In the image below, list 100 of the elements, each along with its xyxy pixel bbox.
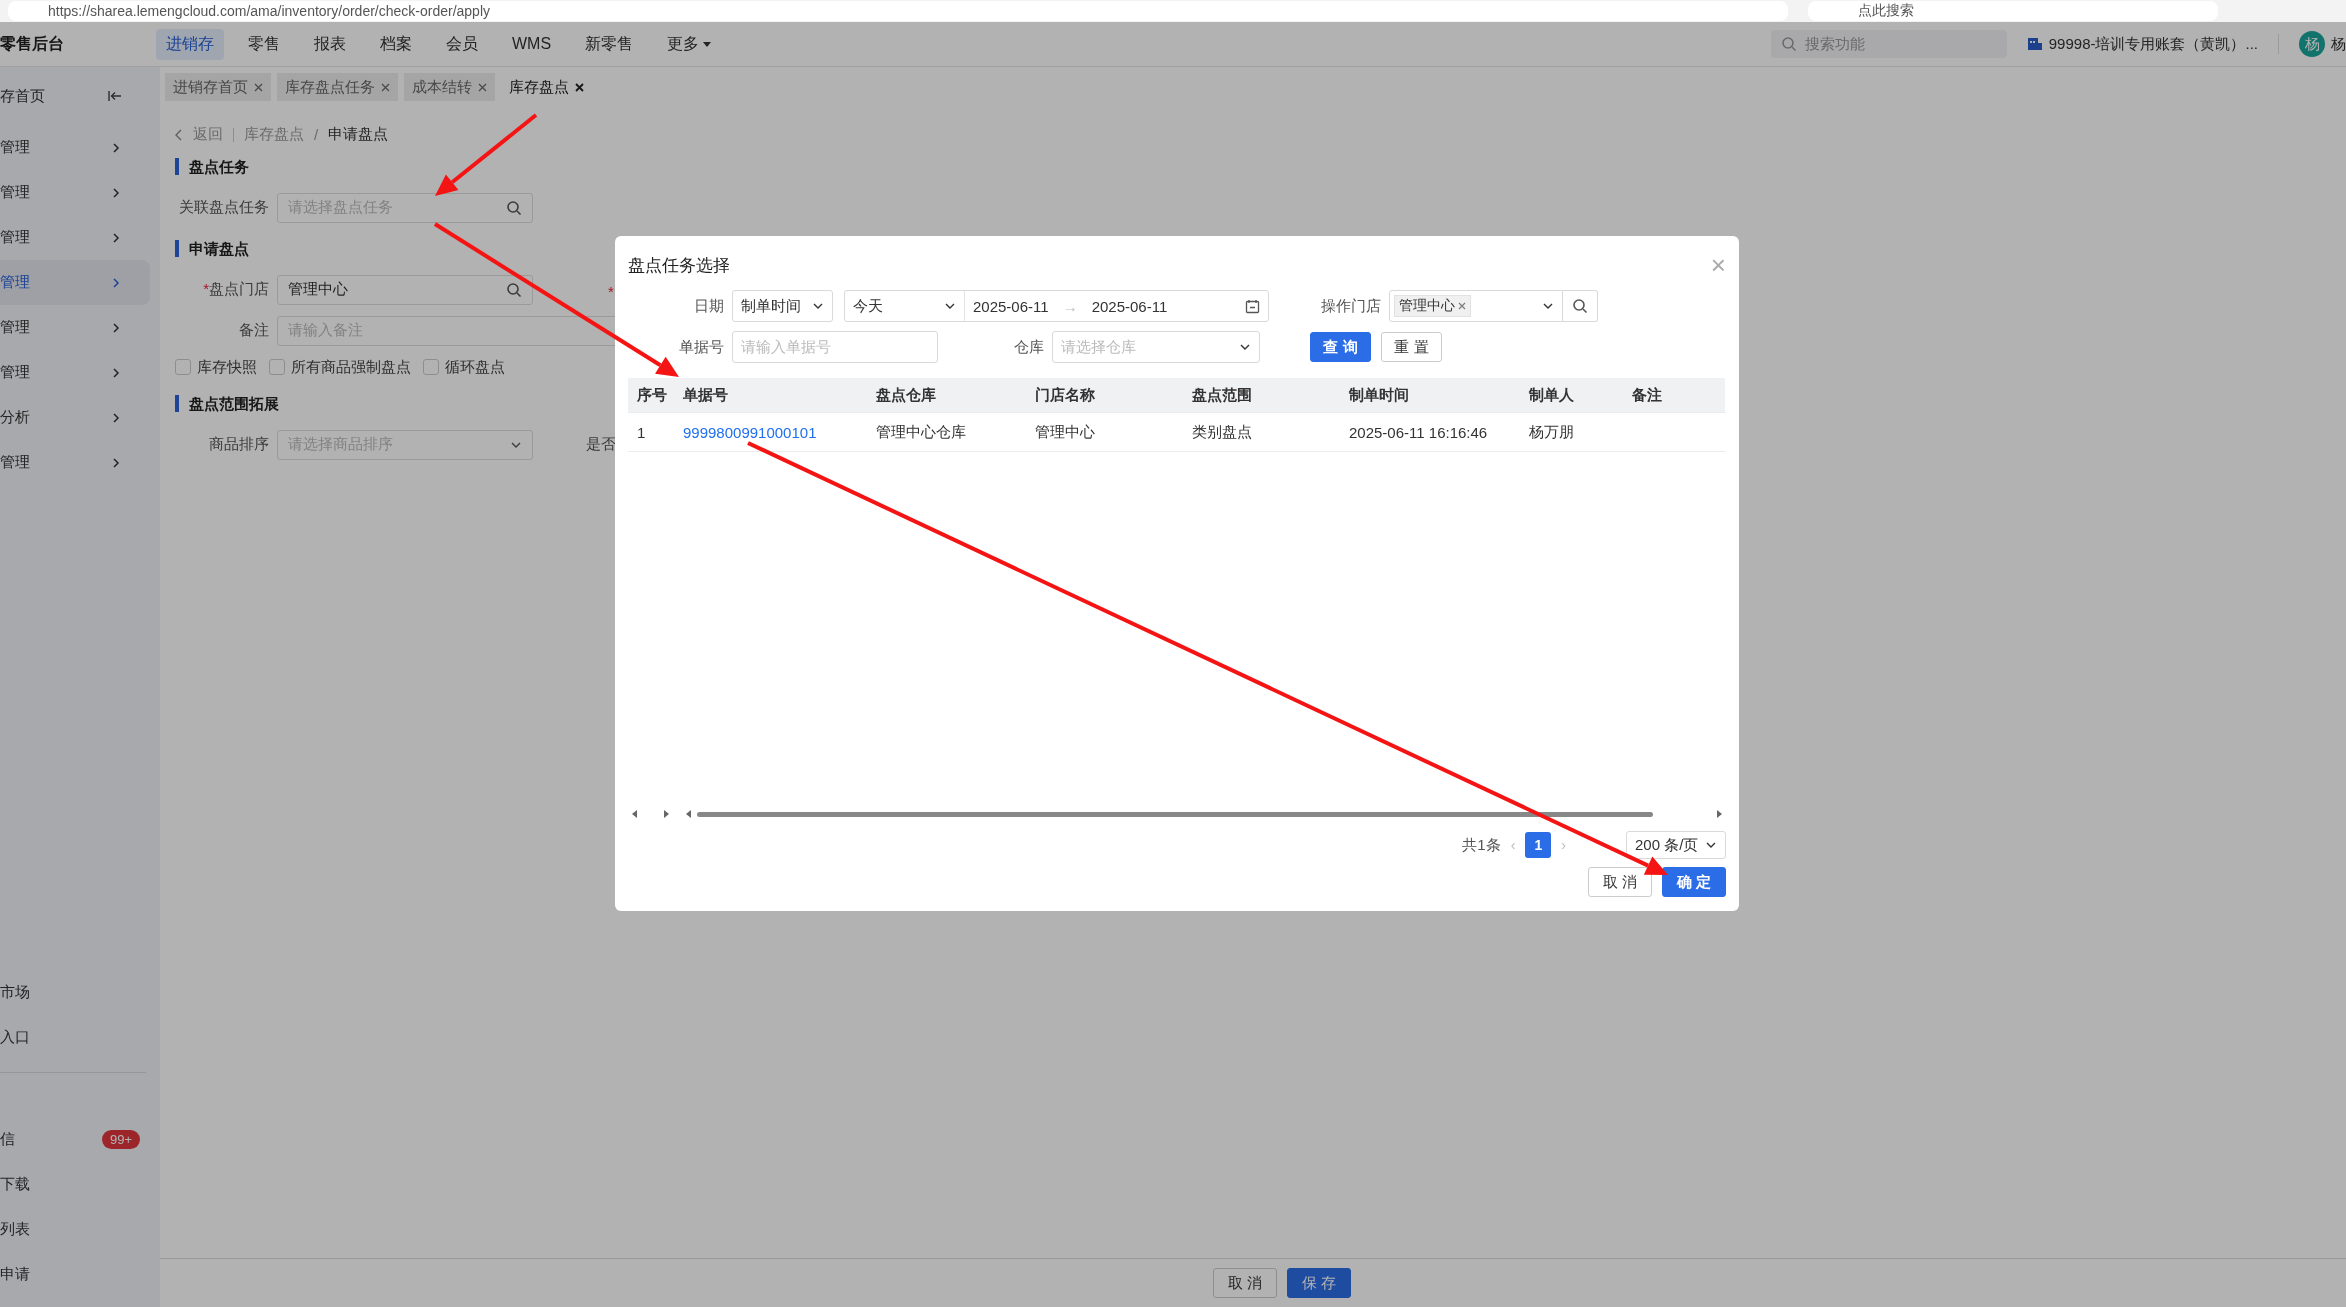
address-bar[interactable]: https://sharea.lemengcloud.com/ama/inventory/order/check-order/apply [8,1,1788,21]
column-header: 制单时间 [1340,378,1520,412]
close-icon[interactable] [478,82,487,92]
document-link[interactable]: 9999800991000101 [683,423,817,441]
field-label: 商品排序 [208,435,269,454]
sidebar-link[interactable]: 下载 [0,1175,30,1194]
field-label: *盘点门店 [202,280,269,299]
close-icon[interactable] [381,82,390,92]
page-tab[interactable]: 成本结转 [404,73,495,101]
table-cell-text: 杨万朋 [1528,421,1575,442]
sidebar-item[interactable]: 存首页 [0,86,45,106]
user-name[interactable]: 杨 [2331,34,2346,54]
confirm-button[interactable]: 确 定 [1661,867,1726,897]
required-mark: * [608,283,614,300]
checkbox[interactable] [175,359,191,375]
nav-item[interactable]: 档案 [370,28,422,60]
calendar-icon [1245,298,1260,314]
field-label: 关联盘点任务 [178,198,269,217]
page-tab[interactable]: 库存盘点任务 [277,73,398,101]
dialog-title: 盘点任务选择 [628,254,730,277]
checkbox[interactable] [423,359,439,375]
app-logo-text: 零售后台 [0,33,65,54]
date-type-select[interactable]: 制单时间 [732,290,833,322]
checkbox-label: 库存快照 [197,357,257,377]
column-header: 备注 [1623,378,1725,412]
column-header: 制单人 [1520,378,1623,412]
chevron-icon [110,366,122,379]
page-number[interactable]: 1 [1525,832,1552,858]
table-cell-text: 管理中心仓库 [875,421,967,442]
checkbox-label: 循环盘点 [445,357,505,377]
date-range-field[interactable]: 今天 2025-06-11 → 2025-06-11 [844,290,1269,322]
nav-item[interactable]: 进销存 [156,28,224,60]
chevron-icon [110,276,122,289]
column-header: 盘点范围 [1183,378,1340,412]
sidebar-item[interactable]: 管理 [0,125,150,170]
column-header: 单据号 [674,378,867,412]
table-cell-text: 管理中心 [1034,421,1096,442]
nav-item[interactable]: 报表 [304,28,356,60]
collapse-icon[interactable] [108,90,122,102]
nav-item[interactable]: 会员 [436,28,488,60]
column-header: 序号 [628,378,674,412]
range-arrow: → [1061,297,1079,315]
checkbox-label: 所有商品强制盘点 [291,357,411,377]
search-button[interactable] [1563,290,1598,322]
cancel-button[interactable]: 取 消 [1587,867,1652,897]
sidebar-item[interactable]: 管理 [0,305,150,350]
nav-item[interactable]: 新零售 [575,28,644,60]
store-tag[interactable]: 管理中心 [1394,295,1471,317]
column-header: 门店名称 [1026,378,1183,412]
sidebar-item[interactable]: 管理 [0,260,150,305]
chevron-icon [110,411,122,424]
search-icon [506,199,522,216]
building-icon [2026,37,2043,51]
field-label: 仓库 [1013,337,1044,357]
total-count: 共1条 [1462,835,1501,855]
sidebar-link[interactable]: 列表 [0,1220,30,1239]
save-button[interactable]: 保 存 [1286,1268,1351,1298]
sidebar-item[interactable]: 管理 [0,170,150,215]
cancel-button[interactable]: 取 消 [1212,1268,1277,1298]
close-icon[interactable] [575,82,584,92]
table-cell-text: 1 [636,422,647,443]
query-button[interactable]: 查 询 [1310,332,1371,362]
breadcrumb-item: 申请盘点 [328,125,389,144]
sidebar-link[interactable]: 市场 [0,983,30,1002]
sidebar-link[interactable]: 申请 [0,1265,30,1284]
nav-item[interactable]: WMS [502,28,562,60]
close-icon[interactable] [254,82,263,92]
store-field[interactable]: 管理中心 [277,274,533,305]
page-size-select[interactable]: 200 条/页 [1626,831,1726,859]
search-icon [506,281,522,298]
count-badge: 99+ [101,1130,140,1149]
caret-icon [703,41,712,47]
column-header: 盘点仓库 [867,378,1026,412]
sidebar-item[interactable]: 管理 [0,215,150,260]
table-cell-text: 2025-06-11 16:16:46 [1348,422,1489,443]
table-cell-text: 类别盘点 [1191,421,1253,442]
chevron-icon [110,321,122,334]
account-name[interactable]: 99998-培训专用账套（黄凯）... [2048,34,2258,54]
nav-item[interactable]: 零售 [238,28,290,60]
reset-button[interactable]: 重 置 [1381,332,1442,362]
breadcrumb-separator: / [314,126,319,143]
chevron-icon [110,456,122,469]
sidebar-item[interactable]: 分析 [0,395,150,440]
nav-item[interactable]: 更多 [657,28,722,60]
sidebar-link[interactable]: 信 [0,1130,15,1149]
page-tab[interactable]: 进销存首页 [165,73,271,101]
search-icon [1572,298,1588,314]
checkbox[interactable] [269,359,285,375]
browser-search-field[interactable]: 点此搜索 [1808,1,2218,21]
chevron-icon [110,186,122,199]
chevron-icon [110,141,122,154]
close-icon[interactable] [1458,302,1466,310]
sidebar-item[interactable]: 管理 [0,350,150,395]
back-icon[interactable] [175,128,183,141]
search-icon [1780,36,1797,52]
store-select[interactable]: 管理中心 [1389,290,1563,322]
sidebar-item[interactable]: 管理 [0,440,150,485]
chevron-icon [110,231,122,244]
sidebar-link[interactable]: 入口 [0,1028,30,1047]
field-label: 操作门店 [1320,296,1381,316]
